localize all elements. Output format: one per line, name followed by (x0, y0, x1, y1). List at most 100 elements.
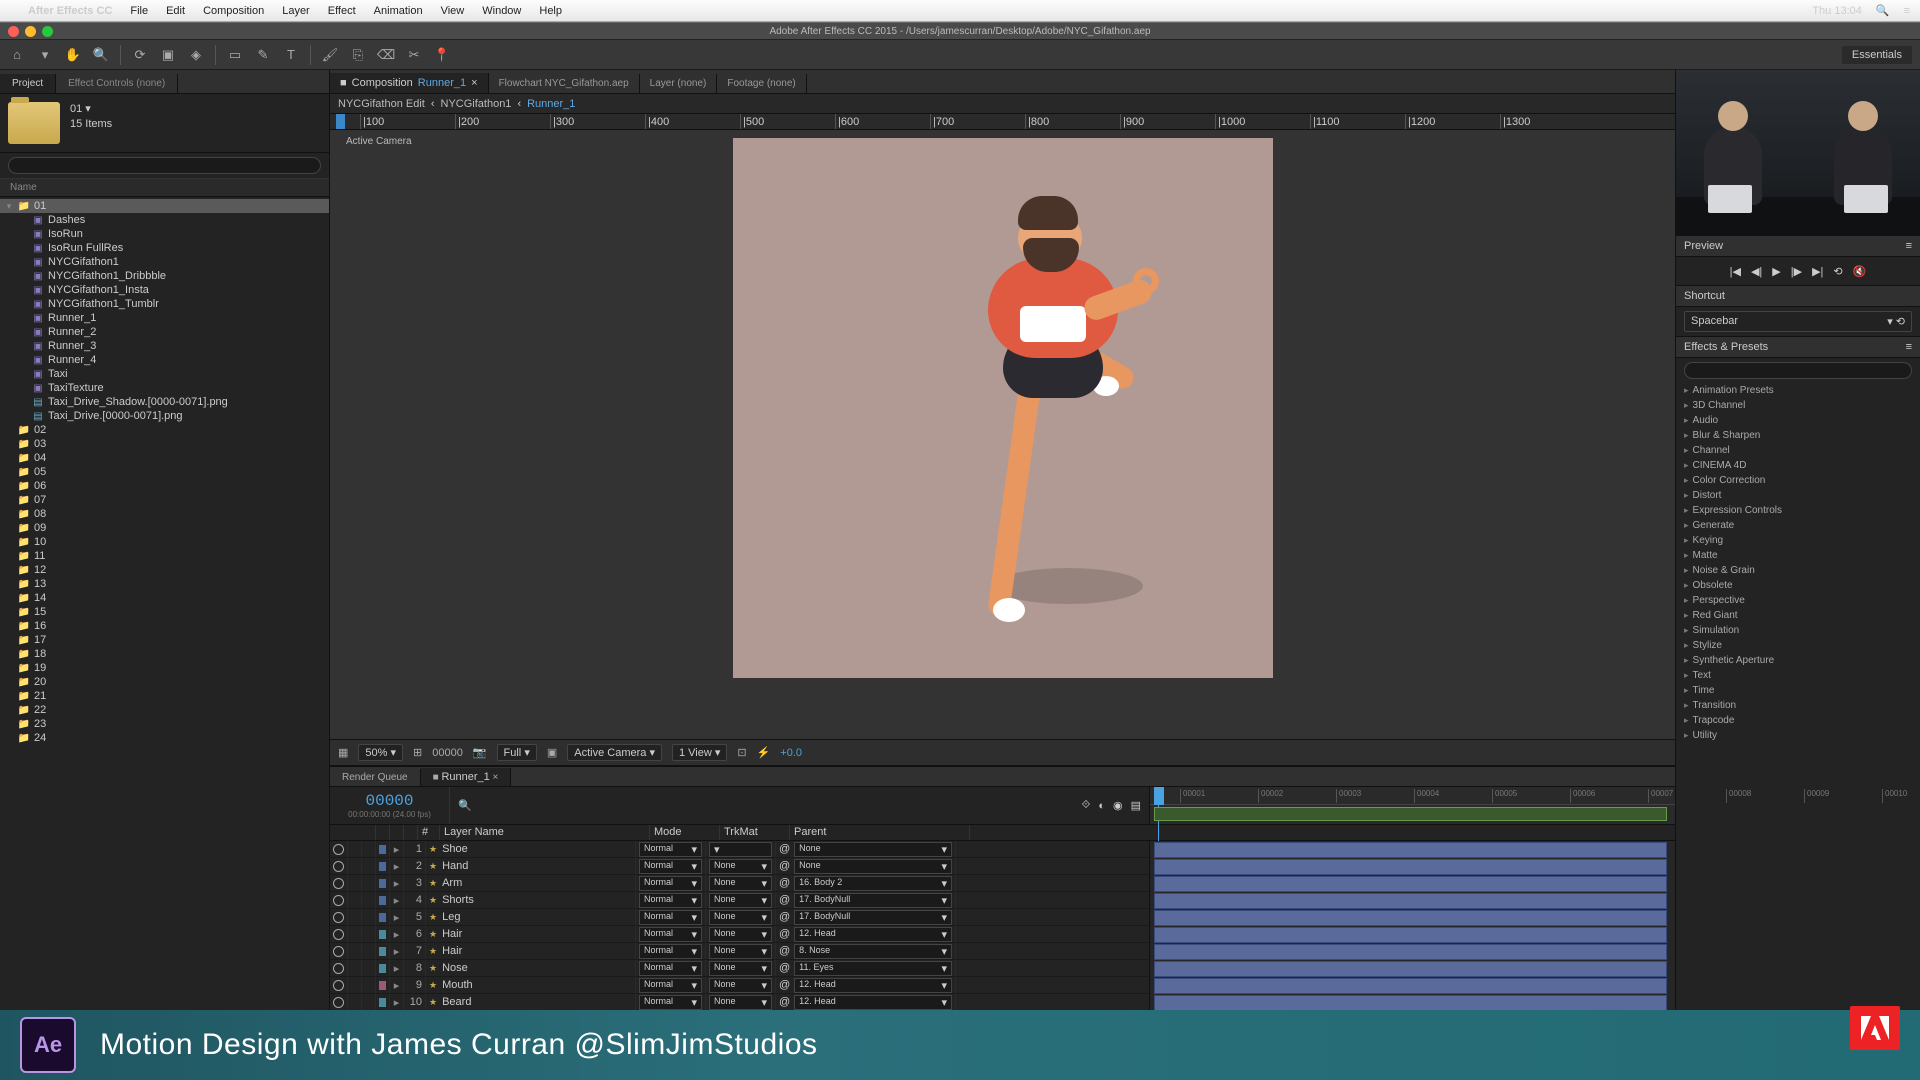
time-ruler[interactable]: 0000100002000030000400005000060000700008… (1150, 787, 1675, 824)
comp-ruler[interactable]: |100|200|300|400|500|600|700|800|900|100… (330, 114, 1675, 130)
graph-editor-icon[interactable]: ▤ (1131, 799, 1141, 812)
menu-layer[interactable]: Layer (282, 5, 310, 17)
layer-track[interactable] (1154, 944, 1667, 960)
track-area[interactable] (1150, 841, 1675, 1010)
menu-composition[interactable]: Composition (203, 5, 264, 17)
zoom-dropdown[interactable]: 50% ▾ (358, 744, 403, 761)
layer-track[interactable] (1154, 859, 1667, 875)
project-item[interactable]: 📁15 (0, 605, 329, 619)
tab-project[interactable]: Project (0, 74, 56, 93)
grid-icon[interactable]: ▦ (338, 746, 348, 759)
next-frame-button[interactable]: |▶ (1791, 265, 1802, 278)
effects-category[interactable]: CINEMA 4D (1676, 458, 1920, 473)
trkmat-dropdown[interactable]: None▾ (709, 978, 772, 993)
tab-effect-controls[interactable]: Effect Controls (none) (56, 74, 178, 93)
layer-track[interactable] (1154, 876, 1667, 892)
layer-track[interactable] (1154, 961, 1667, 977)
layer-row[interactable]: ▸ 9 ★Mouth Normal▾ None▾ @12. Head▾ (330, 977, 1149, 994)
layer-row[interactable]: ▸ 8 ★Nose Normal▾ None▾ @11. Eyes▾ (330, 960, 1149, 977)
trkmat-dropdown[interactable]: None▾ (709, 961, 772, 976)
mode-dropdown[interactable]: Normal▾ (639, 910, 702, 925)
play-button[interactable]: ▶ (1772, 265, 1780, 278)
layer-row[interactable]: ▸ 2 ★Hand Normal▾ None▾ @None▾ (330, 858, 1149, 875)
project-item[interactable]: ▤Taxi_Drive.[0000-0071].png (0, 409, 329, 423)
project-item[interactable]: 📁18 (0, 647, 329, 661)
tab-timeline-comp[interactable]: ■ Runner_1 × (421, 768, 512, 786)
current-frame[interactable]: 00000 (432, 747, 463, 759)
layer-track[interactable] (1154, 995, 1667, 1010)
parent-dropdown[interactable]: None▾ (794, 842, 952, 857)
shortcut-dropdown[interactable]: Spacebar▾ ⟲ (1684, 311, 1912, 332)
project-item[interactable]: ▣NYCGifathon1_Tumblr (0, 297, 329, 311)
trkmat-dropdown[interactable]: None▾ (709, 876, 772, 891)
mode-dropdown[interactable]: Normal▾ (639, 842, 702, 857)
project-item[interactable]: ▣Taxi (0, 367, 329, 381)
camera-tool[interactable]: ▣ (159, 46, 177, 64)
puppet-tool[interactable]: 📍 (433, 46, 451, 64)
effects-category[interactable]: Obsolete (1676, 578, 1920, 593)
menu-edit[interactable]: Edit (166, 5, 185, 17)
spotlight-icon[interactable]: 🔍 (1876, 4, 1890, 17)
preview-panel-header[interactable]: Preview≡ (1676, 235, 1920, 257)
trkmat-dropdown[interactable]: None▾ (709, 944, 772, 959)
effects-search-input[interactable] (1684, 362, 1912, 379)
project-item[interactable]: 📁07 (0, 493, 329, 507)
project-item[interactable]: 📁19 (0, 661, 329, 675)
layer-track[interactable] (1154, 893, 1667, 909)
parent-dropdown[interactable]: 12. Head▾ (794, 927, 952, 942)
text-tool[interactable]: T (282, 46, 300, 64)
trkmat-dropdown[interactable]: None▾ (709, 859, 772, 874)
first-frame-button[interactable]: |◀ (1730, 265, 1741, 278)
project-item[interactable]: ▣Runner_4 (0, 353, 329, 367)
effects-category[interactable]: Distort (1676, 488, 1920, 503)
pickwhip-icon[interactable]: @ (779, 962, 790, 974)
tab-layer[interactable]: Layer (none) (640, 74, 718, 93)
parent-dropdown[interactable]: 17. BodyNull▾ (794, 910, 952, 925)
effects-category[interactable]: Blur & Sharpen (1676, 428, 1920, 443)
shape-tool[interactable]: ▭ (226, 46, 244, 64)
menu-file[interactable]: File (130, 5, 148, 17)
effects-category[interactable]: Time (1676, 683, 1920, 698)
effects-category[interactable]: Channel (1676, 443, 1920, 458)
app-name[interactable]: After Effects CC (28, 5, 112, 17)
mode-dropdown[interactable]: Normal▾ (639, 961, 702, 976)
project-item[interactable]: 📁20 (0, 675, 329, 689)
col-name[interactable]: Name (0, 179, 329, 197)
layer-list[interactable]: ▸ 1 ★Shoe Normal▾ ▾ @None▾ ▸ 2 ★Hand Nor… (330, 841, 1150, 1010)
tab-footage[interactable]: Footage (none) (717, 74, 806, 93)
visibility-toggle[interactable] (330, 943, 348, 959)
project-item[interactable]: ▣NYCGifathon1_Dribbble (0, 269, 329, 283)
motion-blur-icon[interactable]: ◉ (1113, 799, 1123, 812)
visibility-toggle[interactable] (330, 858, 348, 874)
pixel-aspect-icon[interactable]: ⊡ (737, 746, 746, 759)
visibility-toggle[interactable] (330, 977, 348, 993)
last-frame-button[interactable]: ▶| (1812, 265, 1823, 278)
shy-icon[interactable]: ⟐ (1082, 799, 1091, 812)
project-item[interactable]: 📁12 (0, 563, 329, 577)
menu-animation[interactable]: Animation (374, 5, 423, 17)
effects-category[interactable]: Color Correction (1676, 473, 1920, 488)
parent-dropdown[interactable]: 12. Head▾ (794, 995, 952, 1010)
mode-dropdown[interactable]: Normal▾ (639, 995, 702, 1010)
pickwhip-icon[interactable]: @ (779, 860, 790, 872)
layer-row[interactable]: ▸ 4 ★Shorts Normal▾ None▾ @17. BodyNull▾ (330, 892, 1149, 909)
tab-composition[interactable]: ■Composition Runner_1× (330, 73, 489, 93)
visibility-toggle[interactable] (330, 841, 348, 857)
project-item[interactable]: 📁05 (0, 465, 329, 479)
comp-canvas[interactable] (733, 138, 1273, 678)
effects-category[interactable]: 3D Channel (1676, 398, 1920, 413)
brush-tool[interactable]: 🖌 (321, 46, 339, 64)
project-item[interactable]: ▣Runner_2 (0, 325, 329, 339)
layer-track[interactable] (1154, 842, 1667, 858)
effects-category[interactable]: Generate (1676, 518, 1920, 533)
comp-breadcrumb[interactable]: NYCGifathon Edit‹ NYCGifathon1‹ Runner_1 (330, 94, 1675, 114)
ruler-playhead[interactable] (336, 114, 345, 130)
project-item[interactable]: 📁09 (0, 521, 329, 535)
mode-dropdown[interactable]: Normal▾ (639, 927, 702, 942)
effects-category[interactable]: Noise & Grain (1676, 563, 1920, 578)
current-timecode[interactable]: 00000 (365, 792, 413, 810)
visibility-toggle[interactable] (330, 875, 348, 891)
effects-category[interactable]: Audio (1676, 413, 1920, 428)
loop-button[interactable]: ⟲ (1833, 265, 1842, 278)
visibility-toggle[interactable] (330, 926, 348, 942)
